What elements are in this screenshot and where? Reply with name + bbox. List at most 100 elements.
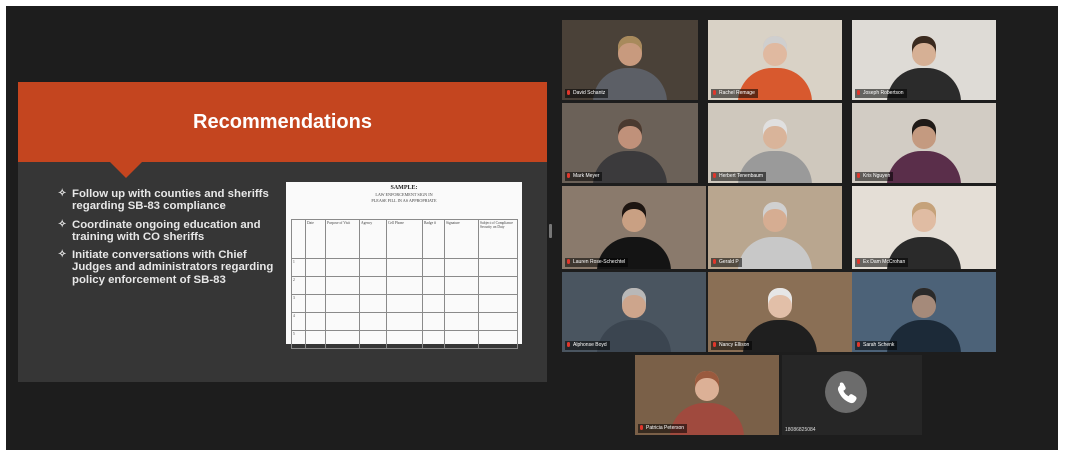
row-number: 4 bbox=[291, 312, 306, 331]
muted-mic-icon bbox=[713, 259, 716, 265]
table-header: Date bbox=[305, 219, 326, 259]
diamond-bullet-icon: ✧ bbox=[58, 188, 67, 199]
muted-mic-icon bbox=[857, 173, 860, 179]
participant-name: Kris Nguyen bbox=[863, 173, 891, 179]
diamond-bullet-icon: ✧ bbox=[58, 249, 67, 261]
participant-tile[interactable]: Ex Dam McCrohan bbox=[852, 186, 996, 269]
participant-head bbox=[763, 119, 787, 149]
participant-tile[interactable]: Rachel Remage bbox=[708, 20, 842, 100]
participant-head bbox=[912, 36, 936, 66]
participant-name-tag: Mark Meyer bbox=[565, 172, 603, 181]
participant-head bbox=[912, 119, 936, 149]
participant-head bbox=[912, 202, 936, 232]
participant-name: Sarah Schenk bbox=[863, 342, 895, 348]
sign-in-table: Date Purpose of Visit Agency Cell Phone … bbox=[291, 219, 518, 349]
participant-name-tag: Sarah Schenk bbox=[855, 341, 898, 350]
recommendation-item: ✧ Initiate conversations with Chief Judge… bbox=[58, 249, 280, 286]
participant-head bbox=[618, 119, 642, 149]
participant-name-tag: Joseph Robertson bbox=[855, 89, 907, 98]
table-row: 3 bbox=[291, 294, 518, 313]
active-speaker-tile[interactable]: Lauren Rose-Schechtel bbox=[562, 186, 706, 269]
banner-notch bbox=[110, 162, 142, 178]
phone-participant-number: 18086825084 bbox=[785, 427, 816, 433]
participant-name-tag: Kris Nguyen bbox=[855, 172, 894, 181]
sample-doc-subtitle: LAW ENFORCEMENT SIGN IN bbox=[375, 192, 433, 197]
muted-mic-icon bbox=[713, 342, 716, 348]
participant-name: Patricia Peterson bbox=[646, 425, 685, 431]
participant-tile[interactable]: Sarah Schenk bbox=[852, 272, 996, 352]
recommendation-text: Coordinate ongoing education and trainin… bbox=[72, 218, 261, 243]
diamond-bullet-icon: ✧ bbox=[58, 218, 67, 230]
participant-name: Nancy Ellison bbox=[719, 342, 750, 348]
participant-name: Rachel Remage bbox=[719, 90, 755, 96]
row-number: 1 bbox=[291, 258, 306, 277]
muted-mic-icon bbox=[857, 342, 860, 348]
participant-tile[interactable]: Alphonse Boyd bbox=[562, 272, 706, 352]
sample-doc-title: SAMPLE: bbox=[390, 185, 418, 191]
participant-name: Alphonse Boyd bbox=[573, 342, 607, 348]
muted-mic-icon bbox=[857, 259, 860, 265]
table-header: Purpose of Visit bbox=[325, 219, 360, 259]
sample-sign-in-sheet: SAMPLE: LAW ENFORCEMENT SIGN IN PLEASE F… bbox=[286, 182, 522, 349]
slide-title: Recommendations bbox=[193, 111, 372, 133]
muted-mic-icon bbox=[713, 90, 716, 96]
participant-head bbox=[912, 288, 936, 318]
participant-name: Gerald P bbox=[719, 259, 739, 265]
recommendation-text: Initiate conversations with Chief Judges… bbox=[72, 249, 274, 286]
participant-name-tag: Rachel Remage bbox=[711, 89, 758, 98]
muted-mic-icon bbox=[713, 173, 716, 179]
table-header: Cell Phone bbox=[386, 219, 423, 259]
participant-name: Mark Meyer bbox=[573, 173, 600, 179]
participant-name-tag: Lauren Rose-Schechtel bbox=[565, 258, 629, 267]
participant-name-tag: Nancy Ellison bbox=[711, 341, 753, 350]
participant-tile[interactable]: Kris Nguyen bbox=[852, 103, 996, 183]
table-header bbox=[291, 219, 306, 259]
participant-name: Lauren Rose-Schechtel bbox=[573, 259, 626, 265]
participant-name-tag: Patricia Peterson bbox=[638, 424, 688, 433]
table-row: 4 bbox=[291, 312, 518, 331]
participant-head bbox=[622, 288, 646, 318]
participant-name: Ex Dam McCrohan bbox=[863, 259, 906, 265]
recommendation-item: ✧ Coordinate ongoing education and traini… bbox=[58, 219, 280, 244]
table-header-row: Date Purpose of Visit Agency Cell Phone … bbox=[291, 219, 518, 259]
participant-tile[interactable]: Mark Meyer bbox=[562, 103, 698, 183]
view-split-handle[interactable] bbox=[549, 224, 552, 238]
recommendation-text: Follow up with counties and sheriffs reg… bbox=[72, 188, 269, 213]
muted-mic-icon bbox=[567, 342, 570, 348]
participant-tile[interactable]: Nancy Ellison bbox=[708, 272, 852, 352]
participant-tile[interactable]: Joseph Robertson bbox=[852, 20, 996, 100]
sample-doc-subtitle: PLEASE FILL IN AS APPROPRIATE bbox=[371, 198, 437, 203]
table-header: Signature bbox=[444, 219, 479, 259]
shared-slide: Recommendations ✧ Follow up with counties… bbox=[18, 82, 547, 382]
participant-tile[interactable]: Patricia Peterson bbox=[635, 355, 779, 435]
participant-head bbox=[763, 36, 787, 66]
muted-mic-icon bbox=[567, 259, 570, 265]
recommendation-list: ✧ Follow up with counties and sheriffs re… bbox=[58, 188, 280, 292]
meeting-window: Recommendations ✧ Follow up with counties… bbox=[6, 6, 1058, 450]
recommendation-item: ✧ Follow up with counties and sheriffs re… bbox=[58, 188, 280, 213]
participant-tile[interactable]: David Schantz bbox=[562, 20, 698, 100]
table-header: Agency bbox=[359, 219, 387, 259]
muted-mic-icon bbox=[640, 425, 643, 431]
participant-name-tag: Herbert Tenenbaum bbox=[711, 172, 767, 181]
participant-head bbox=[622, 202, 646, 232]
participant-head bbox=[618, 36, 642, 66]
row-number: 3 bbox=[291, 294, 306, 313]
muted-mic-icon bbox=[567, 173, 570, 179]
muted-mic-icon bbox=[567, 90, 570, 96]
participant-tile[interactable]: Herbert Tenenbaum bbox=[708, 103, 842, 183]
participant-name-tag: Alphonse Boyd bbox=[565, 341, 610, 350]
slide-title-banner: Recommendations bbox=[18, 82, 547, 162]
row-number: 2 bbox=[291, 276, 306, 295]
participant-head bbox=[695, 371, 719, 401]
table-row: 2 bbox=[291, 276, 518, 295]
participant-name-tag: Ex Dam McCrohan bbox=[855, 258, 909, 267]
table-header: Badge # bbox=[422, 219, 445, 259]
participant-name: Joseph Robertson bbox=[863, 90, 904, 96]
phone-participant-tile[interactable]: 18086825084 bbox=[782, 355, 922, 435]
participant-tile[interactable]: Gerald P bbox=[708, 186, 842, 269]
table-header: Subject of Compliance Security on Duty bbox=[478, 219, 518, 259]
participant-head bbox=[763, 202, 787, 232]
row-number: 5 bbox=[291, 330, 306, 349]
table-row: 1 bbox=[291, 258, 518, 277]
